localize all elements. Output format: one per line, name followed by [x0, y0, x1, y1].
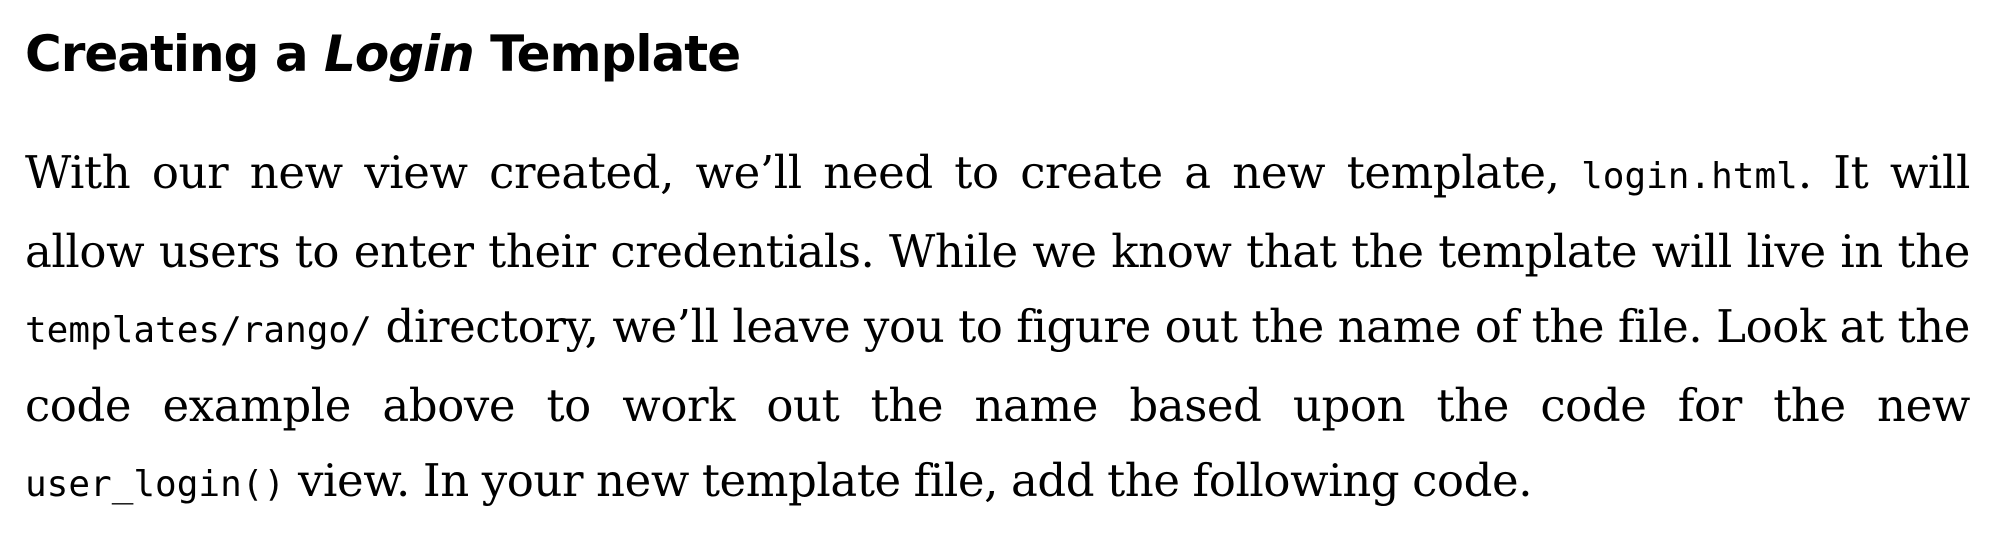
- body-paragraph: With our new view created, we’ll need to…: [25, 135, 1970, 522]
- paragraph-text-4: view. In your new template file, add the…: [285, 454, 1533, 507]
- paragraph-text-1: With our new view created, we’ll need to…: [25, 146, 1582, 199]
- section-heading: Creating a Login Template: [25, 22, 1970, 86]
- inline-code-user-login: user_login(): [25, 464, 286, 505]
- document-page: Creating a Login Template With our new v…: [25, 0, 1970, 522]
- heading-text-start: Creating a: [25, 25, 324, 83]
- heading-emphasis: Login: [324, 25, 475, 83]
- heading-text-end: Template: [473, 25, 741, 83]
- inline-code-templates-dir: templates/rango/: [25, 310, 372, 351]
- inline-code-login-html: login.html: [1581, 156, 1798, 197]
